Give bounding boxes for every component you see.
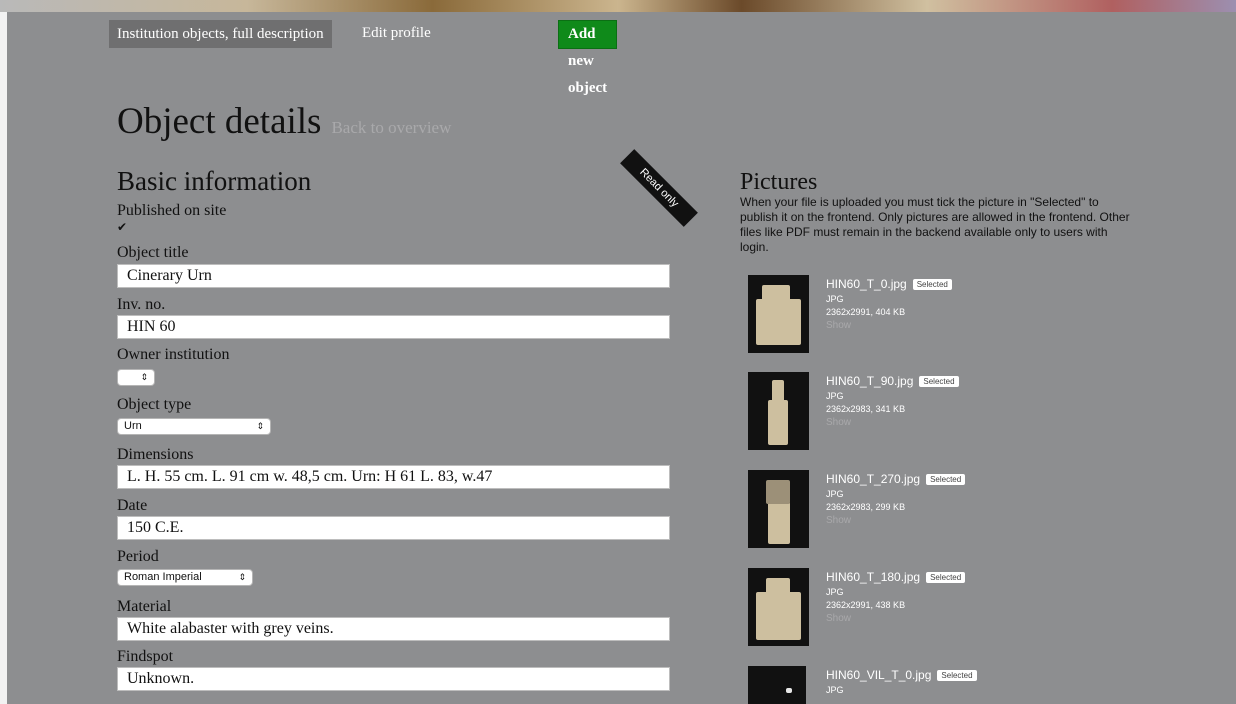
pictures-heading: Pictures (740, 169, 818, 195)
read-only-ribbon: Read only (620, 149, 698, 227)
picture-info: HIN60_T_0.jpg Selected JPG 2362x2991, 404… (826, 275, 952, 332)
picture-info: HIN60_VIL_T_0.jpg Selected JPG (826, 666, 977, 697)
picture-thumbnail[interactable] (748, 470, 809, 548)
object-type-label: Object type (117, 396, 192, 413)
picture-filename: HIN60_T_0.jpg (826, 277, 907, 291)
picture-show-link[interactable]: Show (826, 416, 959, 429)
back-to-overview-link[interactable]: Back to overview (331, 118, 451, 137)
period-value: Roman Imperial (124, 571, 202, 583)
picture-format: JPG (826, 489, 844, 499)
published-label: Published on site (117, 202, 227, 219)
tab-edit-profile[interactable]: Edit profile (362, 20, 431, 48)
picture-filename: HIN60_T_270.jpg (826, 472, 921, 486)
dimensions-label: Dimensions (117, 446, 194, 463)
picture-dimensions-size: 2362x2983, 299 KB (826, 502, 906, 512)
object-type-value: Urn (124, 420, 142, 432)
picture-format: JPG (826, 391, 844, 401)
picture-format: JPG (826, 685, 844, 695)
period-select[interactable]: Roman Imperial ⇕ (117, 569, 253, 586)
period-label: Period (117, 548, 159, 565)
picture-dimensions-size: 2362x2983, 341 KB (826, 404, 906, 414)
inv-no-input[interactable]: HIN 60 (117, 315, 670, 339)
object-title-input[interactable]: Cinerary Urn (117, 264, 670, 288)
picture-thumbnail[interactable] (748, 568, 809, 646)
dimensions-input[interactable]: L. H. 55 cm. L. 91 cm w. 48,5 cm. Urn: H… (117, 465, 670, 489)
picture-thumbnail[interactable] (748, 666, 806, 704)
pictures-description: When your file is uploaded you must tick… (740, 195, 1130, 254)
header-banner-image (0, 0, 1236, 12)
left-edge-bar (0, 12, 7, 704)
picture-dimensions-size: 2362x2991, 404 KB (826, 307, 906, 317)
findspot-input[interactable]: Unknown. (117, 667, 670, 691)
select-arrows-icon: ⇕ (256, 421, 264, 431)
selected-badge[interactable]: Selected (919, 376, 959, 387)
findspot-label: Findspot (117, 648, 174, 665)
select-arrows-icon: ⇕ (140, 372, 148, 382)
page-title-text: Object details (117, 101, 322, 142)
selected-badge[interactable]: Selected (926, 572, 966, 583)
material-input[interactable]: White alabaster with grey veins. (117, 617, 670, 641)
date-input[interactable]: 150 C.E. (117, 516, 670, 540)
selected-badge[interactable]: Selected (937, 670, 977, 681)
selected-badge[interactable]: Selected (926, 474, 966, 485)
published-checkbox[interactable]: ✔ (117, 221, 128, 233)
picture-show-link[interactable]: Show (826, 319, 952, 332)
picture-show-link[interactable]: Show (826, 612, 965, 625)
picture-info: HIN60_T_90.jpg Selected JPG 2362x2983, 34… (826, 372, 959, 429)
object-title-label: Object title (117, 244, 189, 261)
picture-format: JPG (826, 587, 844, 597)
page-title: Object details Back to overview (117, 100, 451, 150)
picture-show-link[interactable]: Show (826, 514, 965, 527)
picture-thumbnail[interactable] (748, 372, 809, 450)
owner-institution-label: Owner institution (117, 346, 230, 363)
picture-format: JPG (826, 294, 844, 304)
basic-information-heading: Basic information (117, 166, 312, 196)
inv-no-label: Inv. no. (117, 296, 166, 313)
date-label: Date (117, 497, 148, 514)
select-arrows-icon: ⇕ (238, 572, 246, 582)
picture-info: HIN60_T_180.jpg Selected JPG 2362x2991, 4… (826, 568, 966, 625)
picture-filename: HIN60_T_180.jpg (826, 570, 921, 584)
tab-institution-objects[interactable]: Institution objects, full description (109, 20, 332, 48)
selected-badge[interactable]: Selected (912, 279, 952, 290)
picture-info: HIN60_T_270.jpg Selected JPG 2362x2983, 2… (826, 470, 966, 527)
material-label: Material (117, 598, 172, 615)
picture-thumbnail[interactable] (748, 275, 809, 353)
add-new-object-button[interactable]: Add new object (558, 20, 618, 96)
picture-filename: HIN60_VIL_T_0.jpg (826, 668, 932, 682)
picture-dimensions-size: 2362x2991, 438 KB (826, 600, 906, 610)
picture-filename: HIN60_T_90.jpg (826, 374, 914, 388)
object-type-select[interactable]: Urn ⇕ (117, 418, 271, 435)
owner-institution-select[interactable]: ⇕ (117, 369, 155, 386)
